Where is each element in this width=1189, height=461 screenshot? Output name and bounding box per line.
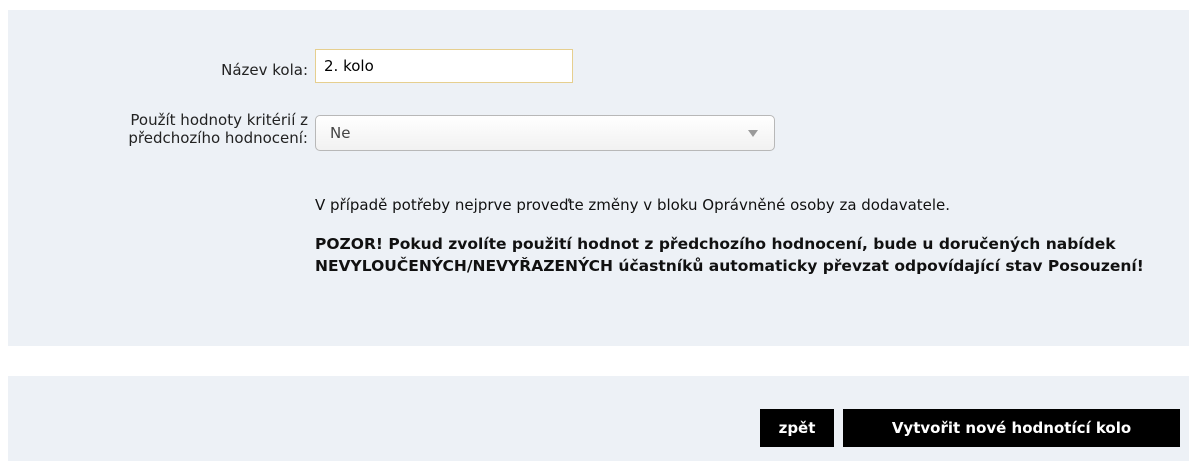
round-form-panel: Název kola: Použít hodnoty kritérií z př… <box>8 10 1189 346</box>
use-previous-values-label-line1: Použít hodnoty kritérií z <box>130 111 308 129</box>
round-name-label: Název kola: <box>221 61 308 79</box>
use-previous-values-selected: Ne <box>330 124 351 142</box>
use-previous-values-label: Použít hodnoty kritérií z předchozího ho… <box>128 111 308 147</box>
use-previous-values-select[interactable]: Ne <box>315 115 775 151</box>
back-button[interactable]: zpět <box>760 409 834 447</box>
chevron-down-icon <box>748 130 758 137</box>
round-name-input[interactable] <box>315 49 573 83</box>
warning-text: POZOR! Pokud zvolíte použití hodnot z př… <box>315 235 1144 275</box>
button-panel: zpět Vytvořit nové hodnotící kolo <box>8 376 1189 461</box>
create-new-round-button[interactable]: Vytvořit nové hodnotící kolo <box>843 409 1180 447</box>
info-text: V případě potřeby nejprve proveďte změny… <box>315 196 951 214</box>
use-previous-values-label-line2: předchozího hodnocení: <box>128 129 308 147</box>
